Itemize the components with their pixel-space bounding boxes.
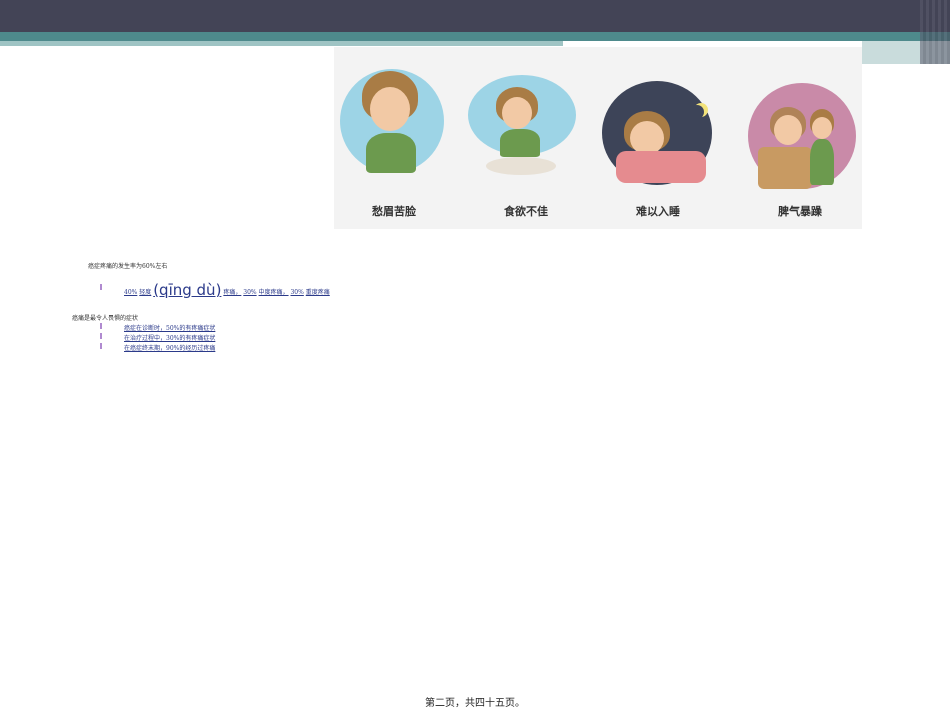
link-mild[interactable]: 轻度 — [139, 289, 151, 296]
moon-icon — [690, 105, 704, 119]
caption-4: 脾气暴躁 — [778, 205, 822, 218]
bullet-treatment[interactable]: 在治疗过程中，30%的有疼痛症状 — [124, 333, 215, 342]
armchair — [758, 147, 812, 189]
link-40[interactable]: 40% — [124, 289, 137, 296]
panel-sleep: 难以入睡 — [598, 47, 730, 229]
page-footer: 第二页，共四十五页。 — [425, 698, 525, 709]
link-pain[interactable]: 疼痛， — [223, 289, 241, 296]
face-worried — [370, 87, 410, 131]
blanket — [616, 151, 706, 183]
bullet-diagnosis[interactable]: 癌症在诊断时，50%的有疼痛症状 — [124, 323, 215, 332]
pinyin-qingdu[interactable]: (qīng dù) — [153, 281, 221, 299]
bullet-terminal[interactable]: 在癌症终末期，90%的经历过疼痛 — [124, 343, 215, 352]
header-bar — [0, 0, 950, 32]
incidence-text: 癌症疼痛的发生率为60%左右 — [88, 263, 168, 270]
pain-levels-line: 40% 轻度 (qīng dù) 疼痛， 30% 中度疼痛， 30% 重度疼痛 — [124, 281, 330, 299]
caption-3: 难以入睡 — [636, 205, 680, 218]
caption-1: 愁眉苦脸 — [372, 205, 416, 218]
panel-irritable: 脾气暴躁 — [730, 47, 862, 229]
bullet-marker — [100, 333, 102, 339]
link-severe[interactable]: 重度疼痛 — [306, 289, 330, 296]
caption-2: 食欲不佳 — [504, 205, 548, 218]
light-teal-stripe — [0, 41, 563, 46]
link-30a[interactable]: 30% — [243, 289, 256, 296]
panel-worried: 愁眉苦脸 — [334, 47, 466, 229]
symptom-illustration: 愁眉苦脸 食欲不佳 难以入睡 脾气暴躁 — [334, 47, 862, 229]
teal-stripe — [0, 32, 950, 41]
panel-appetite: 食欲不佳 — [466, 47, 598, 229]
link-30b[interactable]: 30% — [290, 289, 303, 296]
bullet-marker — [100, 323, 102, 329]
bullet-marker — [100, 284, 102, 290]
link-moderate[interactable]: 中度疼痛， — [259, 289, 289, 296]
food-plates — [486, 157, 556, 175]
fear-text: 癌痛是最令人畏惧的症状 — [72, 315, 139, 322]
bullet-marker — [100, 343, 102, 349]
corner-stripes — [920, 0, 950, 64]
